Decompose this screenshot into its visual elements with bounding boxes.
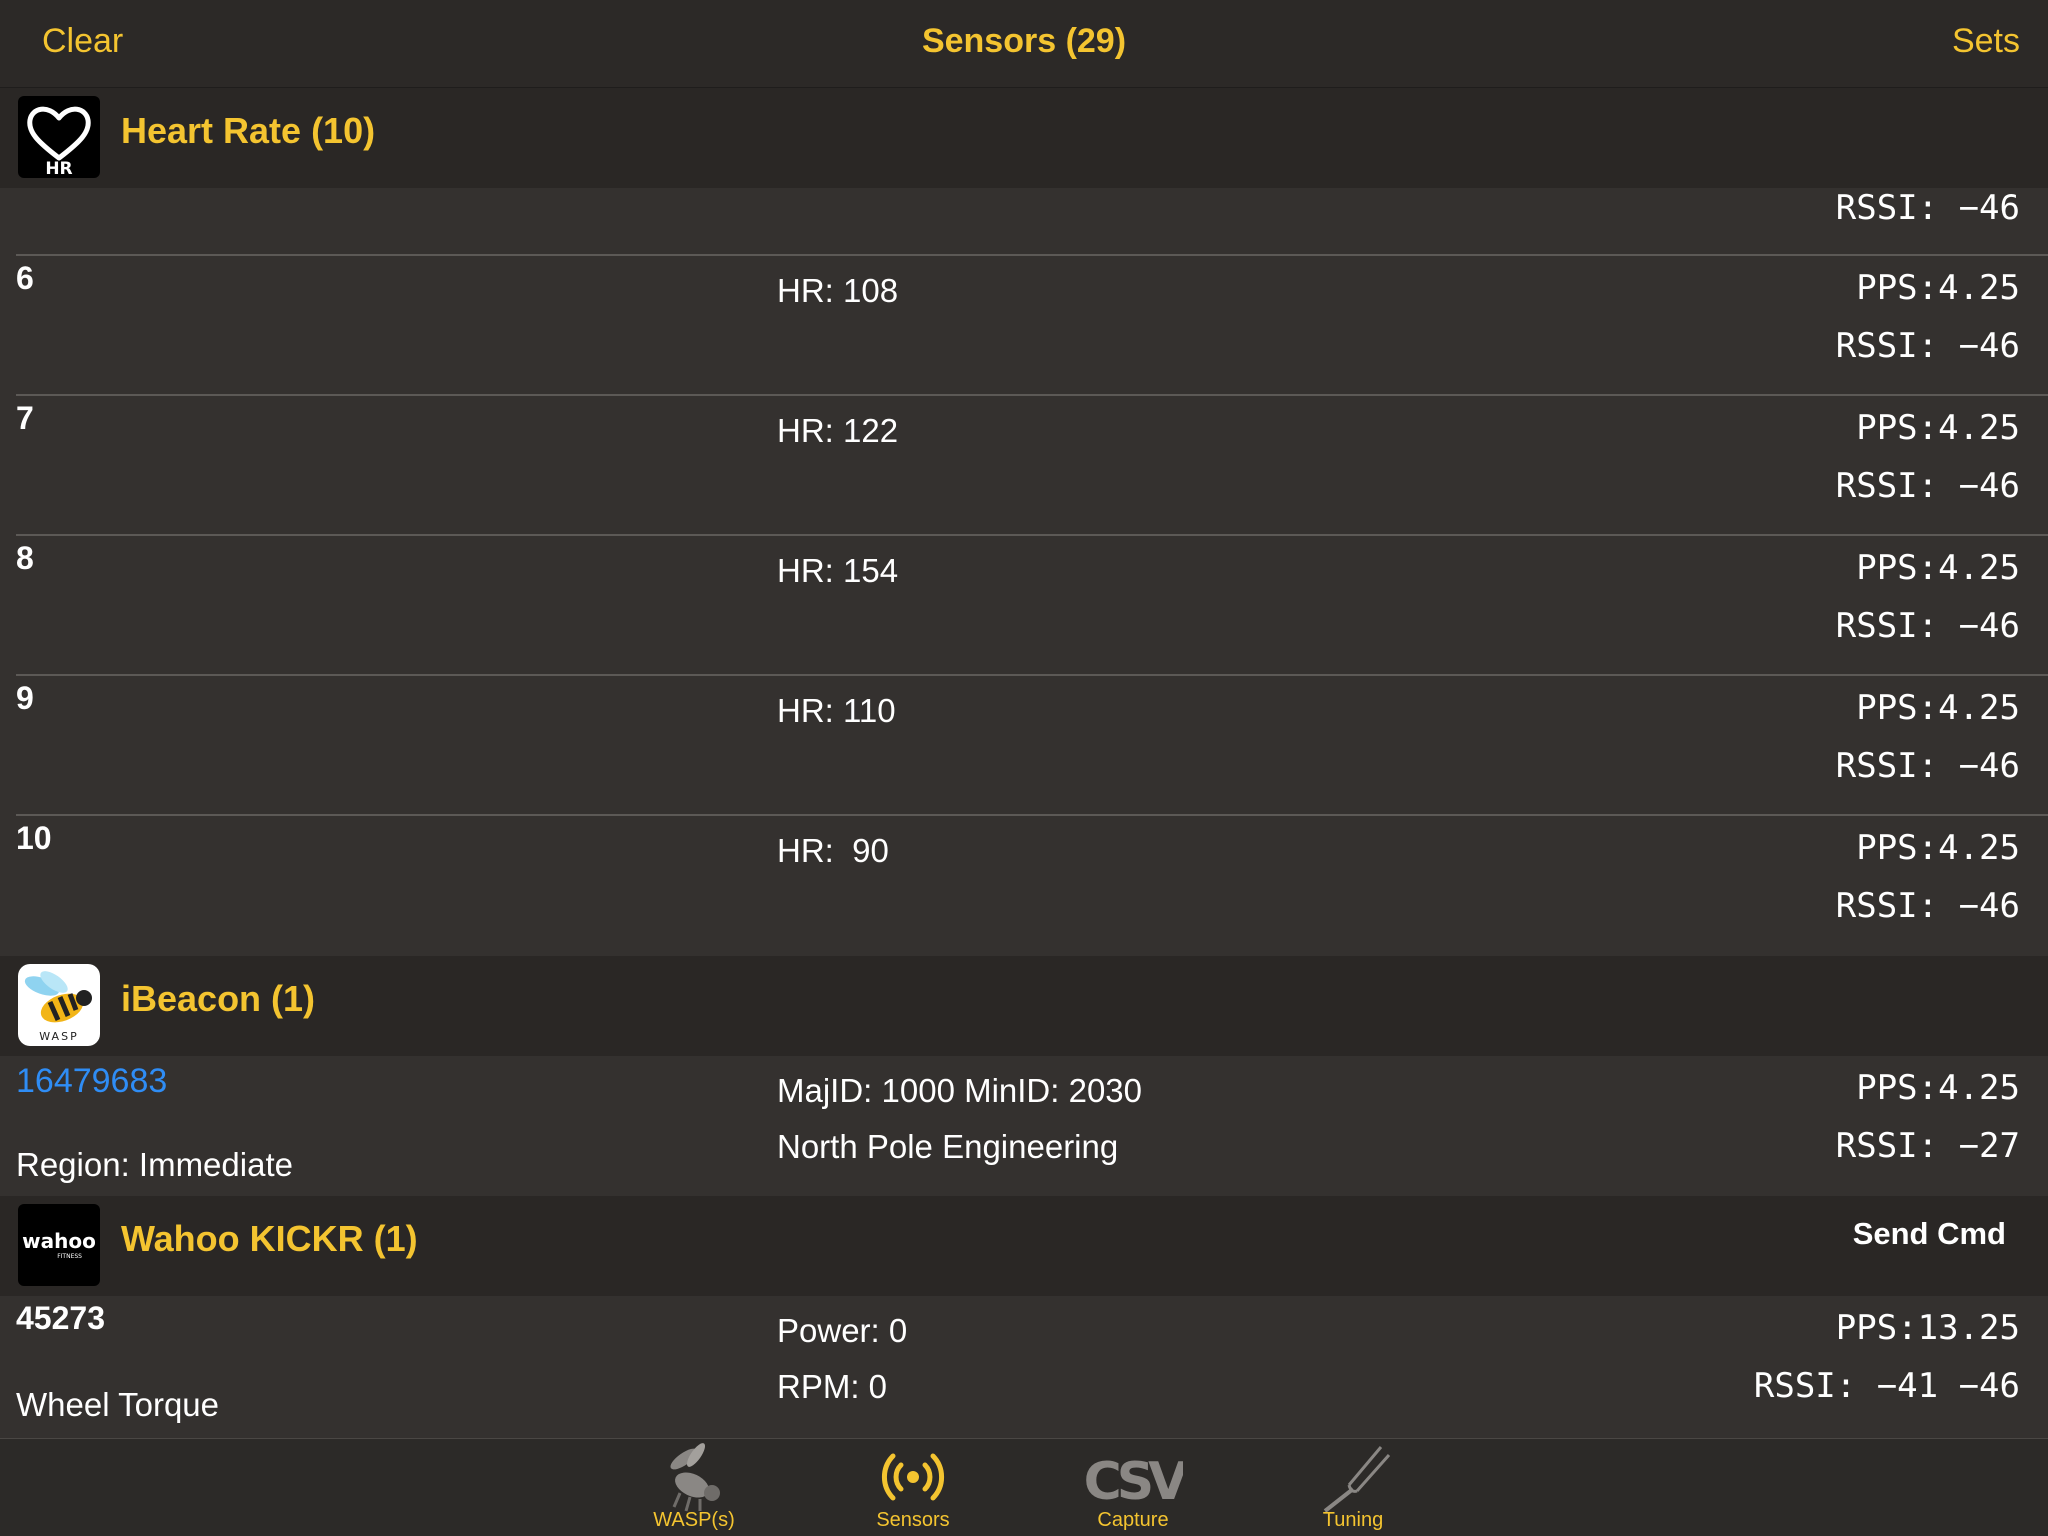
wasp-app-icon: WASP xyxy=(18,964,100,1046)
tab-label: Sensors xyxy=(876,1509,950,1531)
tab-label: WASP(s) xyxy=(653,1509,735,1531)
tab-label: Tuning xyxy=(1322,1509,1384,1531)
sensor-id: 7 xyxy=(16,400,34,436)
hr-value: HR: 90 xyxy=(777,832,889,869)
manufacturer-label: North Pole Engineering xyxy=(777,1128,1119,1165)
hr-value: HR: 108 xyxy=(777,272,899,309)
wasp-icon-text: WASP xyxy=(39,1030,78,1043)
section-title-wahoo-kickr: Wahoo KICKR (1) xyxy=(121,1218,418,1259)
rssi-value: RSSI: −46 xyxy=(1835,746,2020,786)
tab-tuning[interactable]: Tuning xyxy=(1253,1439,1453,1536)
ibeacon-row[interactable]: 16479683 Region: Immediate MajID: 1000 M… xyxy=(0,1056,2048,1196)
rssi-value: RSSI: −46 xyxy=(1835,326,2020,366)
rssi-value: RSSI: −46 xyxy=(1835,886,2020,926)
csv-icon: CSV xyxy=(1083,1441,1195,1513)
sensor-row-8[interactable]: 8 HR: 154 PPS:4.25 RSSI: −46 xyxy=(0,536,2048,676)
rssi-value: RSSI: −46 xyxy=(1835,606,2020,646)
section-title-ibeacon: iBeacon (1) xyxy=(121,978,316,1019)
csv-icon-text: CSV xyxy=(1084,1452,1183,1512)
tab-sensors[interactable]: Sensors xyxy=(813,1439,1013,1536)
tab-bar: WASP(s) Sensors CSV Capture Tuning xyxy=(0,1438,2048,1536)
hr-icon-text: HR xyxy=(45,159,72,178)
kickr-row[interactable]: 45273 Wheel Torque Power: 0 RPM: 0 PPS:1… xyxy=(0,1296,2048,1438)
rssi-value: RSSI: −46 xyxy=(1835,188,2020,228)
section-header-wahoo-kickr: wahoo FITNESS Wahoo KICKR (1) Send Cmd xyxy=(0,1196,2048,1296)
section-header-ibeacon: WASP iBeacon (1) xyxy=(0,956,2048,1056)
sensor-row-10[interactable]: 10 HR: 90 PPS:4.25 RSSI: −46 xyxy=(0,816,2048,956)
sensor-id: 10 xyxy=(16,820,52,856)
sensor-id: 9 xyxy=(16,680,34,716)
rssi-value: RSSI: −27 xyxy=(1835,1126,2020,1166)
pps-value: PPS:13.25 xyxy=(1835,1308,2020,1348)
rssi-value: RSSI: −41 −46 xyxy=(1753,1366,2020,1406)
wasp-icon xyxy=(644,1441,744,1513)
sensor-row-6[interactable]: 6 HR: 108 PPS:4.25 RSSI: −46 xyxy=(0,256,2048,396)
sensor-id: 45273 xyxy=(16,1300,105,1336)
tab-label: Capture xyxy=(1097,1509,1169,1531)
pps-value: PPS:4.25 xyxy=(1856,1068,2020,1108)
region-label: Region: Immediate xyxy=(16,1146,293,1183)
broadcast-icon xyxy=(863,1441,963,1513)
rpm-value: RPM: 0 xyxy=(777,1368,888,1405)
hr-value: HR: 154 xyxy=(777,552,899,589)
pps-value: PPS:4.25 xyxy=(1856,688,2020,728)
sensor-id: 8 xyxy=(16,540,34,576)
sensor-row-partial[interactable]: RSSI: −46 xyxy=(0,188,2048,256)
beacon-id-link[interactable]: 16479683 xyxy=(16,1062,167,1101)
pps-value: PPS:4.25 xyxy=(1856,548,2020,588)
tab-wasps[interactable]: WASP(s) xyxy=(594,1439,794,1536)
app-window: Clear Sensors (29) Sets HR Heart Rate (1… xyxy=(0,0,2048,1536)
sensor-row-9[interactable]: 9 HR: 110 PPS:4.25 RSSI: −46 xyxy=(0,676,2048,816)
navigation-bar: Clear Sensors (29) Sets xyxy=(0,0,2048,88)
pps-value: PPS:4.25 xyxy=(1856,268,2020,308)
major-minor-ids: MajID: 1000 MinID: 2030 xyxy=(777,1072,1143,1109)
wahoo-logo-icon: wahoo FITNESS xyxy=(18,1204,100,1286)
tuning-fork-icon xyxy=(1303,1441,1403,1513)
wahoo-logo-subtext: FITNESS xyxy=(57,1253,82,1260)
pps-value: PPS:4.25 xyxy=(1856,408,2020,448)
page-title: Sensors (29) xyxy=(921,22,1127,60)
rssi-value: RSSI: −46 xyxy=(1835,466,2020,506)
sensor-id: 6 xyxy=(16,260,34,296)
section-title-heart-rate: Heart Rate (10) xyxy=(121,110,376,151)
mode-label: Wheel Torque xyxy=(16,1386,220,1423)
sensor-row-7[interactable]: 7 HR: 122 PPS:4.25 RSSI: −46 xyxy=(0,396,2048,536)
hr-value: HR: 110 xyxy=(777,692,896,729)
tab-capture[interactable]: CSV Capture xyxy=(1033,1439,1233,1536)
section-header-heart-rate: HR Heart Rate (10) xyxy=(0,88,2048,188)
sets-button[interactable]: Sets xyxy=(1952,22,2020,61)
pps-value: PPS:4.25 xyxy=(1856,828,2020,868)
hr-value: HR: 122 xyxy=(777,412,899,449)
send-cmd-button[interactable]: Send Cmd xyxy=(1853,1216,2006,1252)
wahoo-logo-text: wahoo xyxy=(22,1229,96,1253)
power-value: Power: 0 xyxy=(777,1312,908,1349)
hr-heart-icon: HR xyxy=(18,96,100,178)
